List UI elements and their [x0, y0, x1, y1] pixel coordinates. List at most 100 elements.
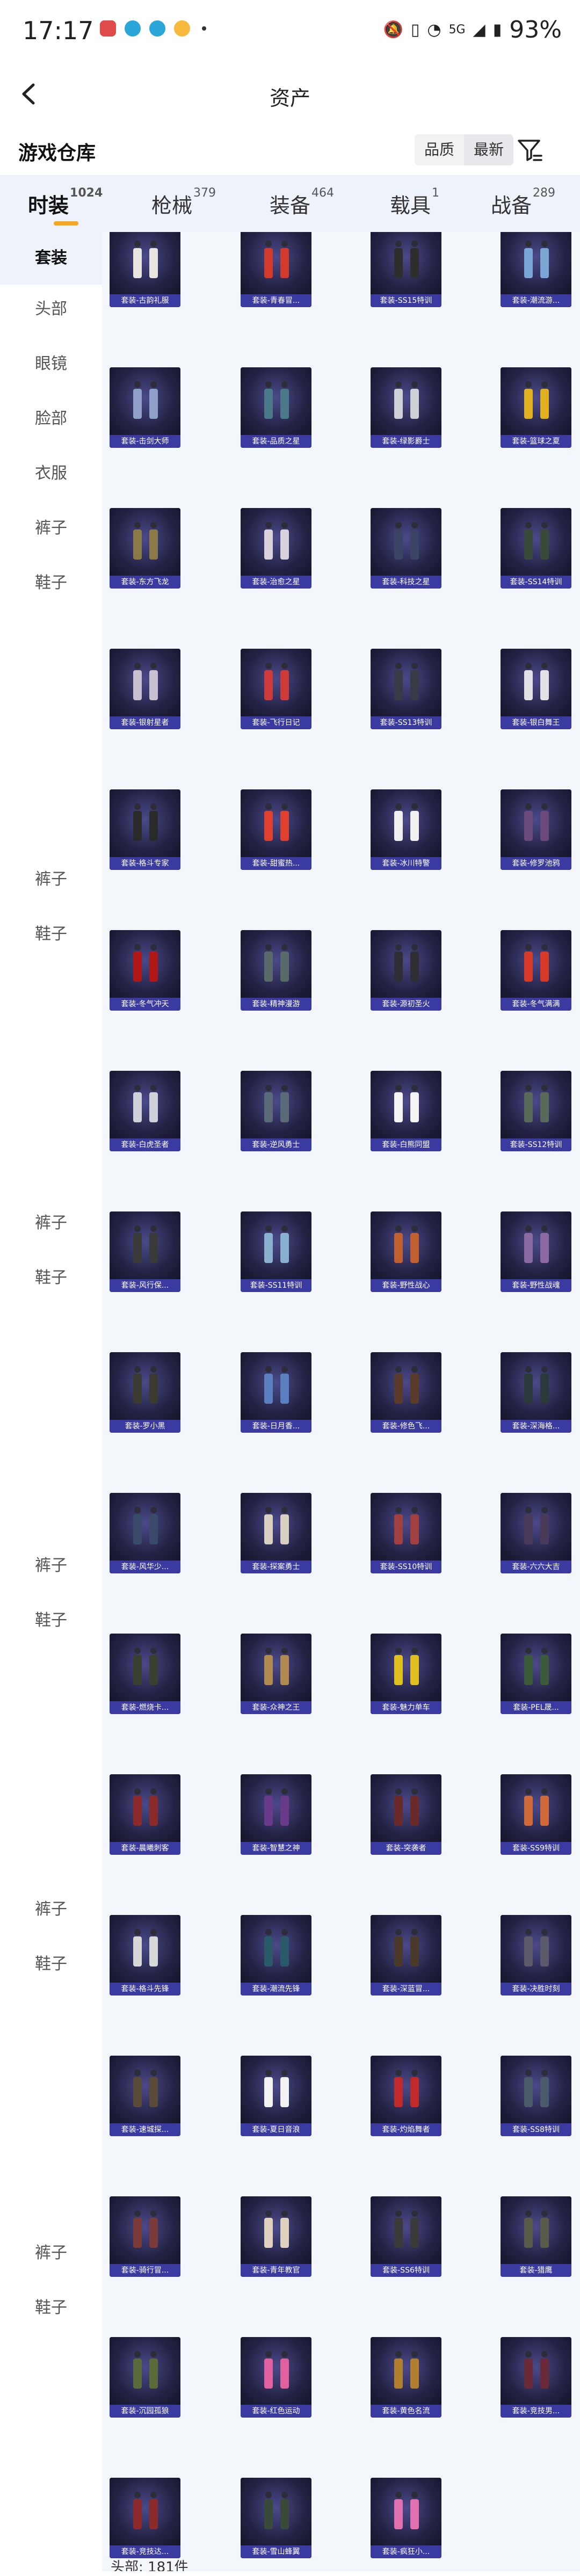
sort-quality-button[interactable]: 品质 [415, 134, 464, 165]
outfit-card[interactable]: 套装-修色飞... [371, 1352, 441, 1433]
filter-button[interactable] [516, 136, 543, 164]
outfit-card[interactable]: 套装-古韵礼服 [110, 232, 180, 307]
outfit-card[interactable]: 套装-众神之王 [241, 1634, 311, 1714]
outfit-card[interactable]: 套装-SS15特训 [371, 232, 441, 307]
outfit-card[interactable]: 套装-精神漫游 [241, 930, 311, 1011]
outfit-card[interactable]: 套装-智慧之神 [241, 1774, 311, 1855]
outfit-card[interactable]: 套装-魅力单车 [371, 1634, 441, 1714]
outfit-card[interactable]: 套装-绿影爵士 [371, 367, 441, 448]
outfit-card[interactable]: 套装-白熊同盟 [371, 1071, 441, 1151]
outfit-card[interactable]: 套装-晨曦刺客 [110, 1774, 180, 1855]
outfit-card[interactable]: 套装-竞技达... [110, 2478, 180, 2558]
outfit-card[interactable]: 套装-冬气冲天 [110, 930, 180, 1011]
outfit-card[interactable]: 套装-SS13特训 [371, 649, 441, 729]
sort-latest-button[interactable]: 最新 [464, 134, 514, 165]
sidebar-item-pants[interactable]: 裤子 [0, 1552, 102, 1576]
outfit-card[interactable]: 套装-突袭者 [371, 1774, 441, 1855]
outfit-card[interactable]: 套装-甜蜜热... [241, 789, 311, 870]
sidebar-item-glasses[interactable]: 眼镜 [0, 350, 102, 374]
sidebar-item-shoes[interactable]: 鞋子 [0, 920, 102, 944]
outfit-card[interactable]: 套装-灼焰舞者 [371, 2056, 441, 2136]
sidebar-item-shoes[interactable]: 鞋子 [0, 1607, 102, 1630]
outfit-card[interactable]: 套装-SS8特训 [501, 2056, 571, 2136]
sidebar-item-shoes[interactable]: 鞋子 [0, 1264, 102, 1288]
outfit-card[interactable]: 套装-格斗先锋 [110, 1915, 180, 1996]
outfit-card[interactable]: 套装-修罗池鸦 [501, 789, 571, 870]
tab-fashion[interactable]: 时装1024 [28, 186, 103, 219]
outfit-card[interactable]: 套装-探案勇士 [241, 1493, 311, 1573]
sidebar-item-shoes[interactable]: 鞋子 [0, 1950, 102, 1974]
outfit-card[interactable]: 套装-野性战心 [371, 1211, 441, 1292]
sidebar-item-face[interactable]: 脸部 [0, 405, 102, 429]
sidebar-item-shoes[interactable]: 鞋子 [0, 2294, 102, 2318]
outfit-card[interactable]: 套装-篮球之夏 [501, 367, 571, 448]
outfit-card[interactable]: 套装-红色运动 [241, 2337, 311, 2418]
outfit-card[interactable]: 套装-日月香... [241, 1352, 311, 1433]
outfit-card[interactable]: 套装-源初圣火 [371, 930, 441, 1011]
outfit-card[interactable]: 套装-品质之星 [241, 367, 311, 448]
figure-head [395, 1085, 402, 1091]
tab-vehicles[interactable]: 载具1 [390, 186, 439, 219]
outfit-card[interactable]: 套装-青年教官 [241, 2196, 311, 2277]
sidebar-item-head[interactable]: 头部 [0, 295, 102, 319]
outfit-card[interactable]: 套装-疯狂小... [371, 2478, 441, 2558]
figure-body [280, 811, 289, 841]
outfit-card[interactable]: 套装-猎鹰 [501, 2196, 571, 2277]
outfit-card[interactable]: 套装-骑行冒... [110, 2196, 180, 2277]
outfit-card[interactable]: 套装-决胜时刻 [501, 1915, 571, 1996]
figure-body [264, 1796, 273, 1826]
outfit-card[interactable]: 套装-SS12特训 [501, 1071, 571, 1151]
outfit-card[interactable]: 套装-SS6特训 [371, 2196, 441, 2277]
outfit-card[interactable]: 套装-黄色名流 [371, 2337, 441, 2418]
outfit-card[interactable]: 套装-飞行日记 [241, 649, 311, 729]
outfit-card[interactable]: 套装-夏日音浪 [241, 2056, 311, 2136]
outfit-card[interactable]: 套装-潮流游... [501, 232, 571, 307]
figure-body [540, 1092, 549, 1122]
outfit-card[interactable]: 套装-格斗专家 [110, 789, 180, 870]
outfit-card[interactable]: 套装-逆风勇士 [241, 1071, 311, 1151]
outfit-card[interactable]: 套装-科技之星 [371, 508, 441, 589]
sidebar-item-pants[interactable]: 裤子 [0, 514, 102, 538]
outfit-card[interactable]: 套装-青春冒... [241, 232, 311, 307]
sidebar-item-pants[interactable]: 裤子 [0, 2239, 102, 2263]
outfit-name: 套装-风华少... [110, 1561, 180, 1573]
sidebar-item-suit[interactable]: 套装 [0, 232, 102, 285]
outfit-card[interactable]: 套装-速城探... [110, 2056, 180, 2136]
outfit-card[interactable]: 套装-银白舞王 [501, 649, 571, 729]
outfit-card[interactable]: 套装-风华少... [110, 1493, 180, 1573]
outfit-card[interactable]: 套装-PEL晟... [501, 1634, 571, 1714]
outfit-card[interactable]: 套装-SS11特训 [241, 1211, 311, 1292]
outfit-card[interactable]: 套装-罗小黑 [110, 1352, 180, 1433]
outfit-card[interactable]: 套装-SS10特训 [371, 1493, 441, 1573]
outfit-card[interactable]: 套装-东方飞龙 [110, 508, 180, 589]
sidebar-item-clothes[interactable]: 衣服 [0, 460, 102, 483]
outfit-card[interactable]: 套装-SS9特训 [501, 1774, 571, 1855]
tab-equipment[interactable]: 装备464 [270, 186, 334, 219]
figure-head [265, 2070, 272, 2076]
sidebar-item-shoes[interactable]: 鞋子 [0, 569, 102, 593]
outfit-card[interactable]: 套装-风行保... [110, 1211, 180, 1292]
sidebar-item-pants[interactable]: 裤子 [0, 1209, 102, 1233]
outfit-card[interactable]: 套装-SS14特训 [501, 508, 571, 589]
outfit-card[interactable]: 套装-治愈之星 [241, 508, 311, 589]
tab-guns[interactable]: 枪械379 [151, 186, 216, 219]
sidebar-item-pants[interactable]: 裤子 [0, 1896, 102, 1919]
outfit-card[interactable]: 套装-雪山蜂翼 [241, 2478, 311, 2558]
outfit-card[interactable]: 套装-燃烧卡... [110, 1634, 180, 1714]
outfit-card[interactable]: 套装-潮流先锋 [241, 1915, 311, 1996]
outfit-card[interactable]: 套装-白虎圣者 [110, 1071, 180, 1151]
tab-battle-prep[interactable]: 战备289 [491, 186, 555, 219]
outfit-card[interactable]: 套装-野性战魂 [501, 1211, 571, 1292]
outfit-card[interactable]: 套装-银射星者 [110, 649, 180, 729]
outfit-card[interactable]: 套装-沉园孤狼 [110, 2337, 180, 2418]
outfit-card[interactable]: 套装-竞技男... [501, 2337, 571, 2418]
outfit-card[interactable]: 套装-六六大吉 [501, 1493, 571, 1573]
outfit-card[interactable]: 套装-击剑大师 [110, 367, 180, 448]
outfit-card[interactable]: 套装-深海格... [501, 1352, 571, 1433]
figure-head [395, 944, 402, 950]
outfit-card[interactable]: 套装-深蓝冒... [371, 1915, 441, 1996]
outfit-card[interactable]: 套装-冰川特警 [371, 789, 441, 870]
sidebar-item-pants[interactable]: 裤子 [0, 866, 102, 889]
outfit-card[interactable]: 套装-冬气满满 [501, 930, 571, 1011]
figure-body [524, 1936, 533, 1967]
